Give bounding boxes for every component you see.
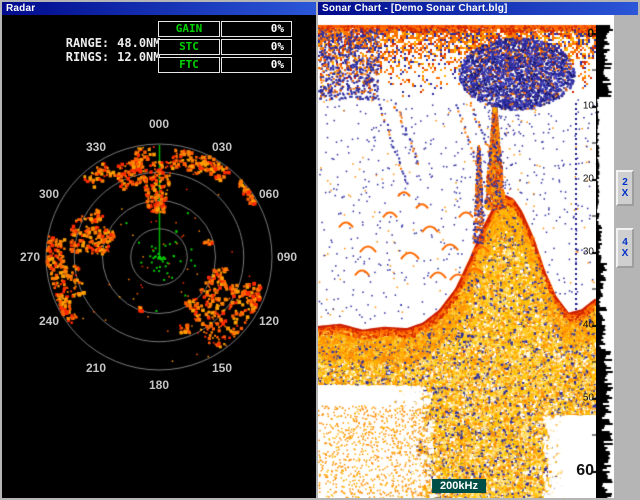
bearing-label-300: 300 — [39, 187, 59, 201]
ftc-label: FTC — [158, 57, 220, 73]
rings-readout: RINGS: 12.0NM — [8, 36, 161, 78]
depth-label-30: 30 — [583, 247, 594, 258]
radar-titlebar[interactable]: Radar — [2, 2, 316, 15]
ftc-value[interactable]: 0% — [221, 57, 292, 73]
depth-label-60: 60 — [576, 462, 594, 480]
bearing-label-240: 240 — [39, 314, 59, 328]
zoom-2x-button[interactable]: 2X — [616, 170, 634, 206]
zoom-4x-button[interactable]: 4X — [616, 228, 634, 268]
stc-label: STC — [158, 39, 220, 55]
sonar-titlebar[interactable]: Sonar Chart - [Demo Sonar Chart.blg] — [318, 2, 638, 15]
gain-value[interactable]: 0% — [221, 21, 292, 37]
depth-label-50: 50 — [583, 393, 594, 404]
sonar-panel: Sonar Chart - [Demo Sonar Chart.blg] 0 1… — [318, 2, 638, 498]
zoom-strip: 2X 4X — [614, 15, 638, 498]
app-window: Radar RANGE:48.0NM RINGS:12.0NM GAIN 0% … — [0, 0, 640, 500]
gain-label: GAIN — [158, 21, 220, 37]
bearing-label-060: 060 — [259, 187, 279, 201]
rings-value: 12.0NM — [117, 50, 160, 64]
rings-label: RINGS: — [66, 50, 109, 64]
bearing-label-090: 090 — [277, 250, 297, 264]
radar-scope-canvas[interactable] — [2, 15, 316, 498]
bearing-label-210: 210 — [86, 361, 106, 375]
depth-label-10: 10 — [583, 101, 594, 112]
bearing-label-180: 180 — [149, 378, 169, 392]
bearing-label-000: 000 — [149, 117, 169, 131]
bearing-label-030: 030 — [212, 140, 232, 154]
radar-display: RANGE:48.0NM RINGS:12.0NM GAIN 0% STC 0%… — [2, 15, 316, 498]
frequency-badge: 200kHz — [432, 479, 486, 493]
bearing-label-270: 270 — [20, 250, 40, 264]
a-scope-canvas — [596, 15, 614, 498]
radar-panel: Radar RANGE:48.0NM RINGS:12.0NM GAIN 0% … — [2, 2, 316, 498]
radar-title: Radar — [6, 3, 35, 14]
sonar-display: 0 10 20 30 40 50 60 2X 4X 200kHz — [318, 15, 638, 498]
bearing-label-330: 330 — [86, 140, 106, 154]
depth-label-0: 0 — [587, 26, 594, 40]
stc-value[interactable]: 0% — [221, 39, 292, 55]
depth-label-20: 20 — [583, 174, 594, 185]
depth-label-40: 40 — [583, 320, 594, 331]
bearing-label-120: 120 — [259, 314, 279, 328]
sonar-echogram-canvas[interactable] — [318, 15, 596, 498]
bearing-label-150: 150 — [212, 361, 232, 375]
sonar-title: Sonar Chart - [Demo Sonar Chart.blg] — [322, 3, 508, 14]
